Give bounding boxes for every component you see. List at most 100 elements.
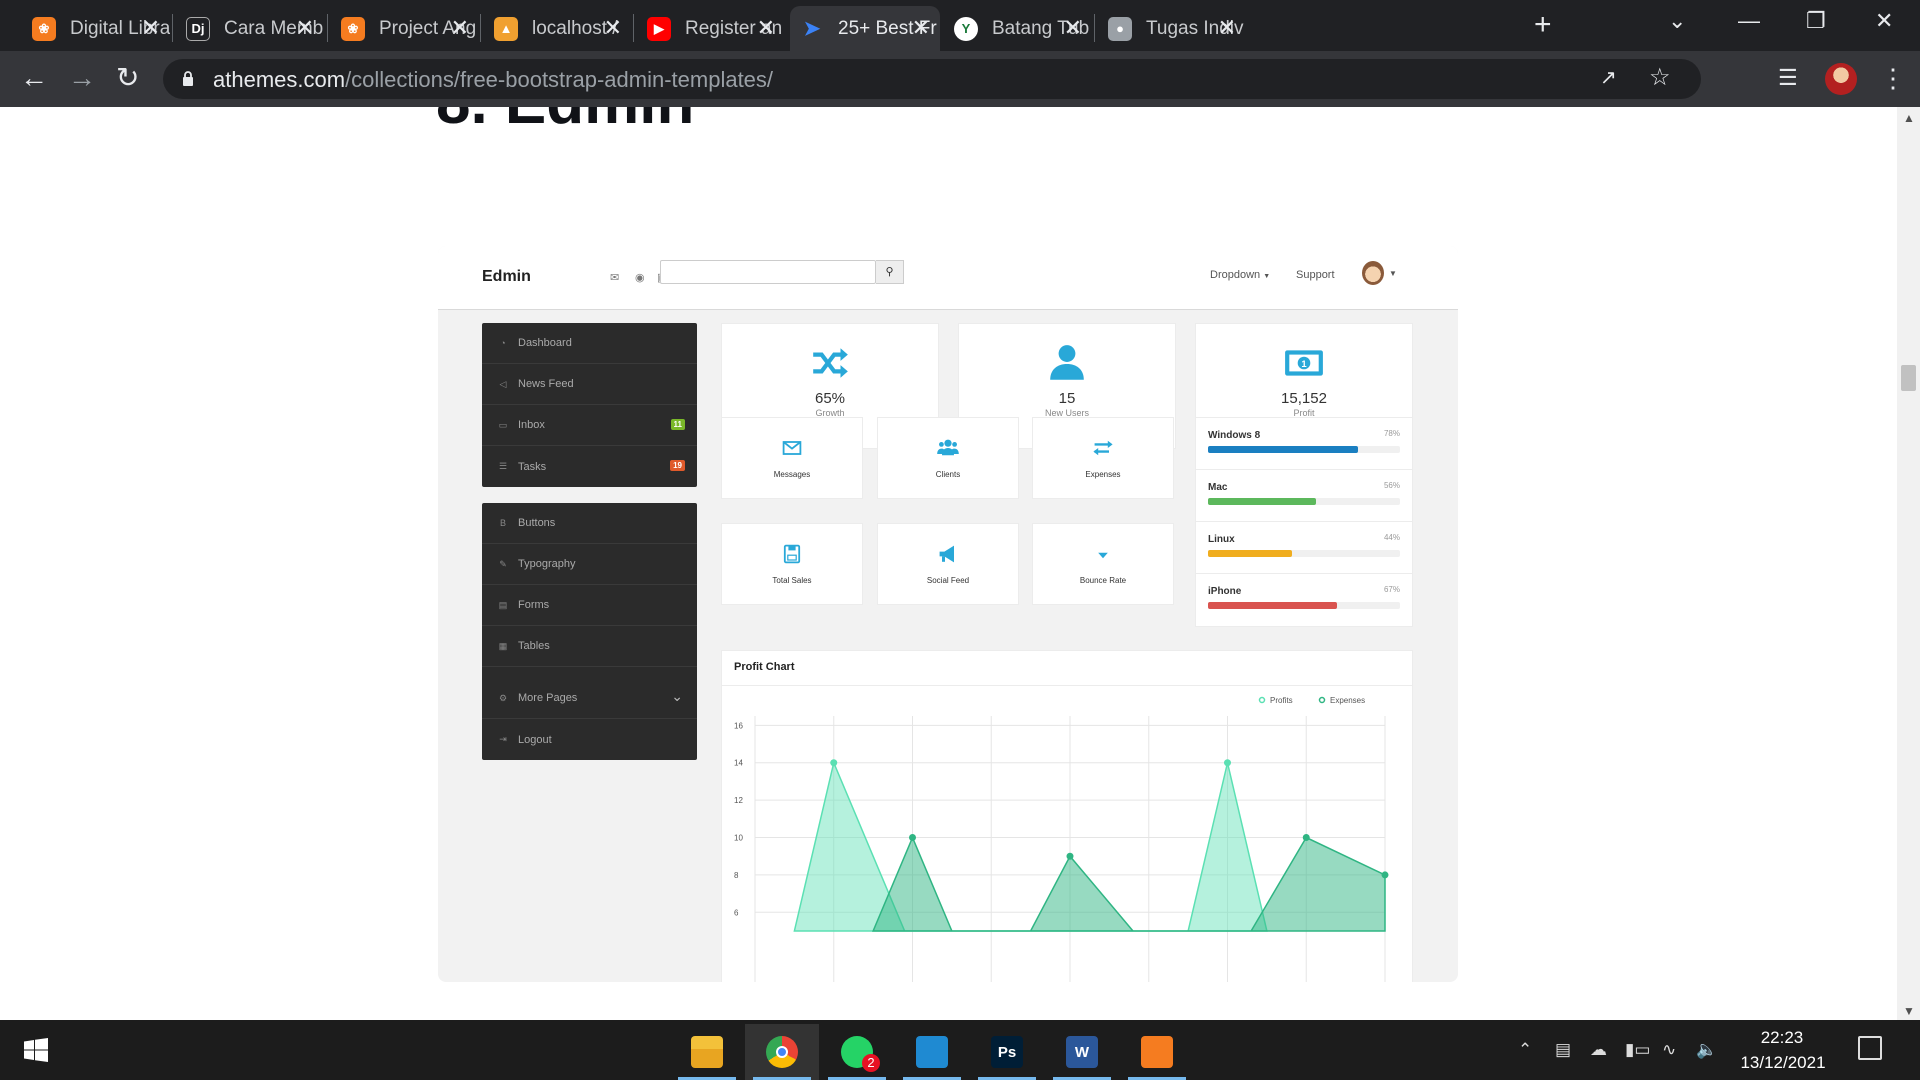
- photoshop-icon[interactable]: Ps: [970, 1024, 1044, 1080]
- windows-start-icon[interactable]: [24, 1038, 48, 1062]
- tile-label: Clients: [935, 470, 961, 479]
- data-point: [1302, 834, 1310, 842]
- whatsapp-icon[interactable]: 2: [820, 1024, 894, 1080]
- lock-icon[interactable]: [182, 70, 194, 86]
- progress-name: Linux: [1208, 534, 1235, 545]
- sidebar-item-label: Forms: [518, 599, 550, 611]
- address-bar[interactable]: athemes.com/collections/free-bootstrap-a…: [163, 59, 1701, 99]
- progress-name: iPhone: [1208, 586, 1242, 597]
- close-icon[interactable]: ✕: [604, 16, 622, 40]
- edmin-navbar: Edmin ✉ ◉ ▣ ⚲ Dropdown ▼ Support ▼: [438, 246, 1458, 310]
- xampp-icon[interactable]: [1120, 1024, 1194, 1080]
- sidebar-item-label: Tasks: [518, 460, 547, 473]
- inbox-icon: ▭: [498, 419, 508, 430]
- save-icon: [722, 542, 862, 566]
- speaker-icon[interactable]: 🔈: [1696, 1040, 1717, 1060]
- word-label: W: [1074, 1043, 1090, 1061]
- sidebar-item-label: Logout: [518, 733, 552, 746]
- photoshop-label: Ps: [997, 1043, 1017, 1061]
- profit-chart: 16 14 12 10 8 6 Profits Expenses: [734, 696, 1389, 982]
- menu-dots-icon[interactable]: ⋮: [1880, 61, 1906, 95]
- paste-icon: ▤: [498, 599, 508, 610]
- close-icon[interactable]: ✕: [1218, 16, 1236, 40]
- close-icon[interactable]: ✕: [1875, 8, 1893, 34]
- tab-2[interactable]: ❀ Project Ang ✕: [331, 6, 479, 51]
- scroll-up-icon[interactable]: ▲: [1903, 111, 1915, 125]
- bullhorn-icon: ◁: [499, 378, 507, 389]
- back-icon[interactable]: ←: [20, 61, 48, 95]
- y-tick-label: 6: [734, 908, 739, 917]
- share-icon[interactable]: ↗: [1600, 65, 1617, 90]
- sidebar-item-dashboard: ◔ Dashboard: [482, 323, 697, 364]
- caret-down-icon: [1033, 542, 1173, 566]
- restore-icon[interactable]: ❐: [1806, 8, 1826, 34]
- close-icon[interactable]: ✕: [1064, 16, 1082, 40]
- profile-avatar[interactable]: [1825, 63, 1857, 95]
- gear-icon: ⚙: [498, 692, 508, 703]
- dashboard-icon: ◔: [500, 338, 506, 348]
- close-icon[interactable]: ✕: [296, 16, 314, 40]
- media-control-icon[interactable]: ☰: [1778, 65, 1798, 91]
- clock-time[interactable]: 22:23: [1737, 1028, 1827, 1048]
- file-explorer-icon[interactable]: [670, 1024, 744, 1080]
- exchange-icon: [1033, 436, 1173, 460]
- tab-1[interactable]: Dj Cara Memb ✕: [176, 6, 324, 51]
- battery-icon[interactable]: ▮▭: [1625, 1040, 1650, 1060]
- scroll-down-icon[interactable]: ▼: [1903, 1004, 1915, 1018]
- notification-icon[interactable]: [1858, 1036, 1882, 1060]
- word-glyph: W: [1066, 1036, 1098, 1068]
- tile-messages: Messages: [721, 417, 863, 499]
- legend-marker: [1258, 696, 1266, 704]
- dropdown-link-label: Dropdown: [1210, 269, 1261, 281]
- sidebar-item-label: Typography: [518, 558, 576, 570]
- onedrive-icon[interactable]: ☁: [1590, 1040, 1607, 1060]
- legend-label: Profits: [1270, 696, 1293, 705]
- profit-chart-card: Profit Chart 16 14 12 10 8 6 Profits Expenses: [721, 650, 1413, 982]
- platform-progress-card: Windows 8 78% Mac 56% Linux 44% iPhone 67%: [1195, 417, 1413, 627]
- minimize-icon[interactable]: —: [1738, 8, 1760, 34]
- sidebar-item-typography: ✎ Typography: [482, 544, 697, 585]
- tab-6[interactable]: Y Batang Tub ✕: [944, 6, 1092, 51]
- close-icon[interactable]: ✕: [757, 16, 775, 40]
- new-tab-icon[interactable]: +: [1534, 10, 1552, 40]
- data-point: [1066, 852, 1074, 860]
- page-scrollbar[interactable]: ▲ ▼: [1897, 107, 1920, 1020]
- chevron-down-icon[interactable]: ⌄: [1668, 8, 1686, 34]
- sidebar-item-logout: ⇥ Logout: [482, 719, 697, 760]
- money-icon: 1: [1196, 342, 1412, 382]
- tile-bounce-rate: Bounce Rate: [1032, 523, 1174, 605]
- xampp-icon: ❀: [32, 16, 56, 41]
- progress-track: [1208, 446, 1400, 453]
- tab-0[interactable]: ❀ Digital Libra ✕: [22, 6, 170, 51]
- close-icon[interactable]: ✕: [142, 16, 160, 40]
- clock-date[interactable]: 13/12/2021: [1733, 1053, 1833, 1073]
- shuffle-icon: [722, 342, 938, 382]
- y-tick-label: 16: [734, 721, 743, 730]
- globe-icon: ●: [1108, 16, 1132, 41]
- chevron-up-icon[interactable]: ⌃: [1518, 1040, 1532, 1060]
- scrollbar-thumb[interactable]: [1901, 365, 1916, 391]
- tab-5[interactable]: ➤ 25+ Best Fr ✕: [790, 6, 940, 51]
- close-icon[interactable]: ✕: [451, 16, 469, 40]
- file-explorer-glyph: [691, 1036, 723, 1068]
- meet-icon[interactable]: ▤: [1555, 1040, 1571, 1060]
- data-point: [1224, 759, 1231, 767]
- tab-3[interactable]: ▲ localhost / ✕: [484, 6, 632, 51]
- stat-value: 15,152: [1281, 390, 1327, 407]
- tab-4[interactable]: ▶ Register an ✕: [637, 6, 785, 51]
- url-text[interactable]: athemes.com/collections/free-bootstrap-a…: [213, 67, 773, 93]
- sidebar-group-0: ◔ Dashboard ◁ News Feed ▭ Inbox 11 ☰ Tasks 19: [482, 323, 697, 487]
- word-icon[interactable]: W: [1045, 1024, 1119, 1080]
- star-icon[interactable]: ☆: [1649, 63, 1671, 92]
- forward-icon[interactable]: →: [68, 61, 96, 95]
- vscode-icon[interactable]: [895, 1024, 969, 1080]
- close-icon[interactable]: ✕: [912, 16, 930, 40]
- wifi-icon[interactable]: ∿: [1662, 1040, 1676, 1060]
- progress-percent: 67%: [1383, 585, 1400, 594]
- chrome-icon[interactable]: [745, 1024, 819, 1080]
- legend-label: Expenses: [1330, 696, 1365, 705]
- sidebar-item-tasks: ☰ Tasks 19: [482, 446, 697, 487]
- tab-7[interactable]: ● Tugas Indiv ✕: [1098, 6, 1246, 51]
- reload-icon[interactable]: ↻: [116, 61, 139, 95]
- browser-toolbar: ← → ↻ athemes.com/collections/free-boots…: [0, 51, 1920, 107]
